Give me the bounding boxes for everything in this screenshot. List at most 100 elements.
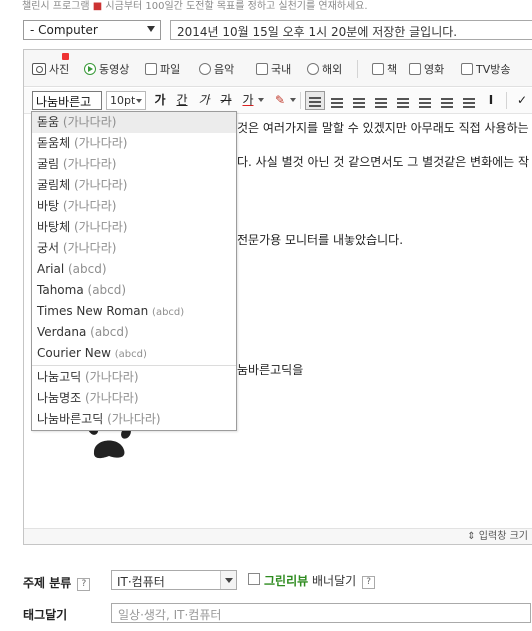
font-option-sample: (가나다라): [73, 178, 128, 192]
font-option-sample: (가나다라): [73, 136, 128, 150]
book-icon: [372, 63, 384, 75]
spellcheck-button[interactable]: ✓: [512, 91, 532, 110]
line-height-icon: Ⅰ: [488, 93, 494, 107]
tag-input[interactable]: 일상·생각, IT·컴퓨터: [111, 603, 531, 623]
tag-label: 태그달기: [23, 608, 68, 622]
indent-icon: [441, 98, 453, 108]
font-size-value: 10pt: [110, 94, 136, 107]
font-option-name: 굴림체: [37, 178, 71, 192]
font-option[interactable]: Courier New (abcd): [32, 343, 236, 364]
tv-icon: [461, 63, 473, 75]
font-option[interactable]: 바탕체 (가나다라): [32, 217, 236, 238]
subject-label: 주제 분류: [23, 576, 72, 590]
line-height-button[interactable]: Ⅰ: [481, 91, 501, 110]
outdent-icon: [463, 98, 475, 108]
play-icon: [84, 63, 96, 75]
font-option-sample: (가나다라): [62, 199, 117, 213]
chevron-down-icon: [258, 98, 264, 102]
font-option[interactable]: 굴림체 (가나다라): [32, 175, 236, 196]
dropdown-divider: [32, 365, 236, 366]
chevron-down-icon: [220, 571, 236, 589]
font-option[interactable]: 바탕 (가나다라): [32, 196, 236, 217]
insert-file-button[interactable]: 파일: [145, 61, 180, 77]
font-option-name: Arial: [37, 262, 65, 276]
align-justify-button[interactable]: [371, 91, 391, 110]
top-note-text: 시금부터 100일간 도전할 목표를 정하고 실천기를 연재하세요.: [105, 1, 368, 12]
font-option[interactable]: 나눔명조 (가나다라): [32, 388, 236, 409]
font-option[interactable]: Verdana (abcd): [32, 322, 236, 343]
font-option[interactable]: Tahoma (abcd): [32, 280, 236, 301]
insert-domestic-button[interactable]: 국내: [256, 61, 291, 77]
insert-movie-label: 영화: [424, 63, 445, 76]
font-option[interactable]: 나눔바른고딕 (가나다라): [32, 409, 236, 430]
file-icon: [145, 63, 157, 75]
insert-movie-button[interactable]: 영화: [409, 61, 444, 77]
font-option-sample: (가나다라): [62, 157, 117, 171]
insert-overseas-button[interactable]: 해외: [307, 61, 342, 77]
help-icon[interactable]: ?: [77, 578, 91, 591]
numbered-list-icon: [397, 98, 409, 108]
align-center-button[interactable]: [327, 91, 347, 110]
content-line: 것은 여러가지를 말할 수 있겠지만 아무래도 직접 사용하는: [237, 121, 529, 135]
font-option-name: 바탕체: [37, 220, 71, 234]
outdent-button[interactable]: [459, 91, 479, 110]
font-family-select[interactable]: 나눔바른고: [32, 91, 102, 110]
font-option[interactable]: Arial (abcd): [32, 259, 236, 280]
subject-select-value: IT·컴퓨터: [117, 575, 165, 589]
highlight-button[interactable]: ✎: [270, 91, 290, 110]
insert-book-button[interactable]: 책: [372, 61, 397, 77]
font-option-name: 나눔바른고딕: [37, 412, 104, 426]
content-line: 눔바른고딕을: [237, 363, 304, 377]
underline-button[interactable]: 간: [172, 91, 192, 110]
font-option-sample: (가나다라): [107, 412, 161, 426]
new-badge-icon: ■: [92, 1, 103, 12]
insert-music-label: 음악: [214, 63, 235, 76]
help-icon[interactable]: ?: [362, 576, 376, 589]
font-option-sample: (abcd): [114, 349, 147, 360]
green-review-name: 그린리뷰: [264, 574, 309, 588]
top-note: 챌린시 프로그램 ■ 시금부터 100일간 도전할 목표를 정하고 실천기를 연…: [22, 0, 368, 12]
italic-button[interactable]: 가: [194, 91, 214, 110]
globe-icon: [307, 63, 319, 75]
font-option[interactable]: 돋움체 (가나다라): [32, 133, 236, 154]
font-option-name: Verdana: [37, 325, 87, 339]
chevron-down-icon: [147, 26, 155, 32]
resize-handle[interactable]: ⇕ 입력창 크기: [24, 528, 532, 544]
font-option-sample: (가나다라): [85, 370, 139, 384]
font-option-sample: (가나다라): [62, 115, 117, 129]
font-option-name: 바탕: [37, 199, 60, 213]
insert-file-label: 파일: [160, 63, 181, 76]
font-option-sample: (abcd): [87, 283, 127, 297]
category-select[interactable]: - Computer: [23, 20, 161, 40]
align-left-button[interactable]: [305, 91, 325, 110]
insert-tv-button[interactable]: TV방송: [461, 61, 510, 77]
font-option[interactable]: 궁서 (가나다라): [32, 238, 236, 259]
font-option[interactable]: 돋움 (가나다라): [32, 112, 236, 133]
insert-tv-label: TV방송: [476, 63, 511, 76]
align-right-button[interactable]: [349, 91, 369, 110]
align-right-icon: [353, 98, 365, 108]
title-input[interactable]: 2014년 10월 15일 오후 1시 20분에 저장한 글입니다.: [170, 20, 532, 40]
bold-button[interactable]: 가: [150, 91, 170, 110]
font-option[interactable]: Times New Roman (abcd): [32, 301, 236, 322]
font-size-select[interactable]: 10pt: [106, 91, 146, 110]
insert-overseas-label: 해외: [322, 63, 343, 76]
font-color-button[interactable]: 가: [238, 91, 258, 110]
category-select-value: - Computer: [30, 23, 98, 37]
chevron-down-icon: [290, 98, 296, 102]
insert-photo-label: 사진: [49, 63, 70, 76]
green-review-checkbox[interactable]: [248, 573, 260, 585]
font-option-name: 돋움체: [37, 136, 71, 150]
font-dropdown: 돋움 (가나다라) 돋움체 (가나다라) 굴림 (가나다라) 굴림체 (가나다라…: [31, 111, 237, 431]
font-option[interactable]: 나눔고딕 (가나다라): [32, 367, 236, 388]
insert-video-button[interactable]: 동영상: [84, 61, 129, 77]
bullet-list-button[interactable]: [415, 91, 435, 110]
indent-button[interactable]: [437, 91, 457, 110]
font-option[interactable]: 굴림 (가나다라): [32, 154, 236, 175]
strikethrough-button[interactable]: 가: [216, 91, 236, 110]
content-line: 다. 사실 별것 아닌 것 같으면서도 그 별것같은 변화에는 작: [237, 155, 530, 169]
subject-select[interactable]: IT·컴퓨터: [111, 570, 237, 590]
numbered-list-button[interactable]: [393, 91, 413, 110]
insert-music-button[interactable]: 음악: [199, 61, 234, 77]
insert-photo-button[interactable]: 사진: [32, 61, 69, 77]
